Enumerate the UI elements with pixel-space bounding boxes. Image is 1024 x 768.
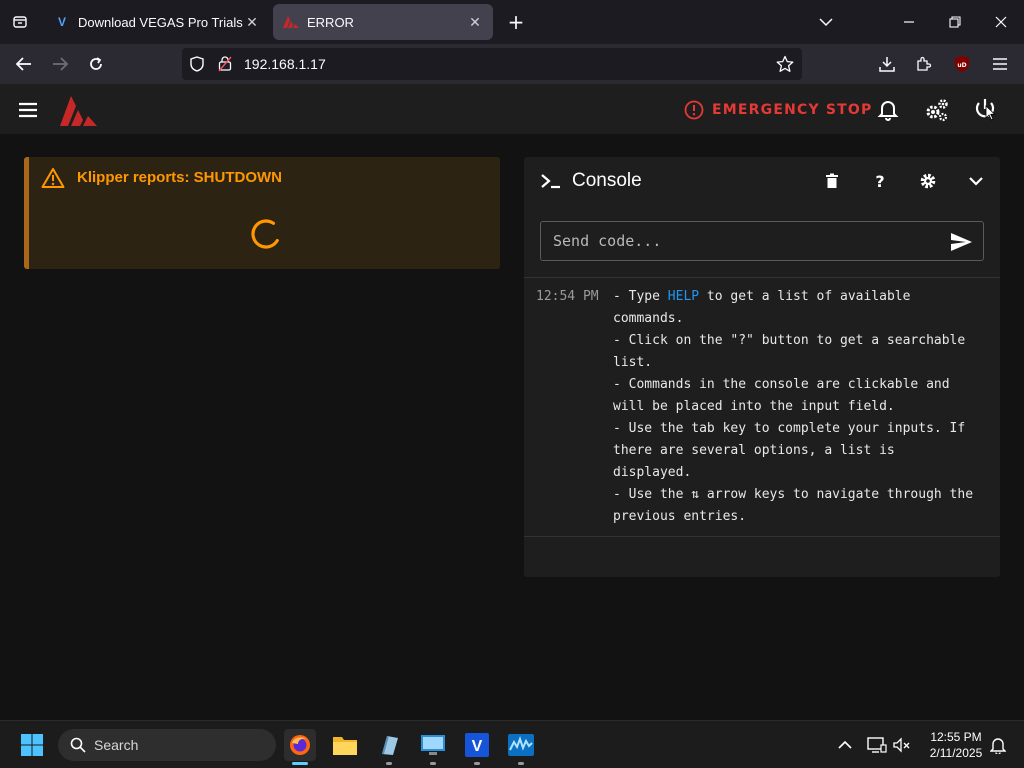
- send-arrow-icon[interactable]: [949, 230, 973, 254]
- console-prompt-icon: [540, 172, 562, 194]
- emergency-stop-button[interactable]: EMERGENCY STOP: [684, 100, 873, 120]
- warning-triangle-icon: [41, 167, 65, 193]
- forward-arrow-icon[interactable]: [46, 50, 74, 78]
- mainsail-logo[interactable]: [58, 96, 98, 130]
- browser-tab-vegas[interactable]: V Download VEGAS Pro Trials for ✕: [44, 4, 270, 40]
- console-panel: Console ? 12:54 PM - Type HELP to get a …: [524, 157, 1000, 577]
- send-code-input[interactable]: [541, 222, 941, 260]
- console-settings-gear-icon[interactable]: [916, 169, 940, 193]
- list-all-tabs-icon[interactable]: [812, 8, 840, 36]
- minimize-icon[interactable]: [894, 8, 924, 36]
- nav-menu-icon[interactable]: [16, 98, 40, 122]
- back-arrow-icon[interactable]: [10, 50, 38, 78]
- console-divider: [524, 536, 1000, 537]
- notifications-bell-icon[interactable]: [876, 97, 900, 125]
- notepad-app-icon[interactable]: [373, 729, 405, 765]
- close-window-icon[interactable]: [986, 8, 1016, 36]
- hamburger-menu-icon[interactable]: [986, 50, 1014, 78]
- windows-start-icon[interactable]: [16, 729, 48, 761]
- speaker-muted-icon[interactable]: [886, 729, 918, 761]
- tab-list-icon[interactable]: [6, 8, 34, 36]
- console-line: previous entries.: [613, 509, 747, 524]
- ublock-origin-icon[interactable]: uD: [948, 50, 976, 78]
- help-question-icon[interactable]: ?: [868, 169, 892, 193]
- close-tab-icon[interactable]: ✕: [467, 14, 483, 31]
- console-divider: [524, 277, 1000, 278]
- collapse-chevron-down-icon[interactable]: [964, 169, 988, 193]
- remote-desktop-icon[interactable]: [417, 729, 449, 765]
- console-line: displayed.: [613, 465, 692, 480]
- console-input-box: [540, 221, 984, 261]
- vegas-favicon-icon: V: [57, 15, 66, 29]
- tab-title: ERROR: [307, 14, 354, 30]
- emergency-stop-label: EMERGENCY STOP: [712, 102, 873, 118]
- mainsail-favicon-icon: [283, 14, 299, 30]
- new-tab-icon[interactable]: +: [502, 8, 530, 36]
- console-header: Console ?: [524, 157, 1000, 205]
- cogs-settings-icon[interactable]: [924, 97, 950, 127]
- svg-text:uD: uD: [957, 62, 966, 69]
- browser-tab-error[interactable]: ERROR ✕: [273, 4, 493, 40]
- shield-icon[interactable]: [190, 56, 204, 76]
- downloads-icon[interactable]: [873, 50, 901, 78]
- console-line: - Commands in the console are clickable …: [613, 377, 950, 392]
- console-line: commands.: [613, 311, 684, 326]
- windows-taskbar: Search V 12:55 PM 2/11/2025: [0, 720, 1024, 768]
- waveform-app-icon[interactable]: [505, 729, 537, 765]
- console-line: - Use the ⇅ arrow keys to navigate throu…: [613, 487, 974, 502]
- console-line: will be placed into the input field.: [613, 399, 895, 414]
- url-bar[interactable]: 192.168.1.17: [182, 48, 802, 80]
- search-icon: [70, 737, 86, 753]
- notification-bell-icon[interactable]: [982, 729, 1014, 761]
- browser-tab-strip: V Download VEGAS Pro Trials for ✕ ERROR …: [0, 0, 1024, 44]
- firefox-taskbar-icon[interactable]: [284, 729, 316, 765]
- loading-spinner-icon: [251, 219, 281, 249]
- taskbar-search[interactable]: Search: [58, 729, 276, 761]
- tab-title: Download VEGAS Pro Trials for: [78, 14, 244, 30]
- bookmark-star-icon[interactable]: [776, 55, 794, 77]
- svg-text:V: V: [472, 738, 483, 755]
- file-explorer-icon[interactable]: [329, 729, 361, 761]
- power-icon[interactable]: [972, 96, 998, 128]
- restore-icon[interactable]: [940, 8, 970, 36]
- close-tab-icon[interactable]: ✕: [244, 14, 260, 31]
- insecure-lock-icon[interactable]: [218, 55, 232, 76]
- alert-message: Klipper reports: SHUTDOWN: [77, 169, 283, 186]
- reload-icon[interactable]: [82, 50, 110, 78]
- browser-nav-bar: 192.168.1.17 uD: [0, 44, 1024, 84]
- show-hidden-icons-chevron-up-icon[interactable]: [829, 729, 861, 761]
- alert-circle-icon: [684, 100, 704, 120]
- url-text: 192.168.1.17: [244, 56, 326, 72]
- console-timestamp: 12:54 PM: [536, 289, 599, 304]
- console-line: - Use the tab key to complete your input…: [613, 421, 966, 436]
- shutdown-alert: Klipper reports: SHUTDOWN: [24, 157, 500, 269]
- console-line: there are several options, a list is: [613, 443, 895, 458]
- extensions-puzzle-icon[interactable]: [910, 50, 938, 78]
- app-header: EMERGENCY STOP: [0, 84, 1024, 134]
- vegas-pro-app-icon[interactable]: V: [461, 729, 493, 765]
- search-label: Search: [94, 737, 139, 753]
- console-line: list.: [613, 355, 653, 370]
- console-title: Console: [572, 170, 642, 191]
- trash-icon[interactable]: [820, 169, 844, 193]
- console-line: - Click on the "?" button to get a searc…: [613, 333, 966, 348]
- console-line: - Type HELP to get a list of available: [613, 289, 911, 304]
- help-command-link[interactable]: HELP: [668, 289, 699, 304]
